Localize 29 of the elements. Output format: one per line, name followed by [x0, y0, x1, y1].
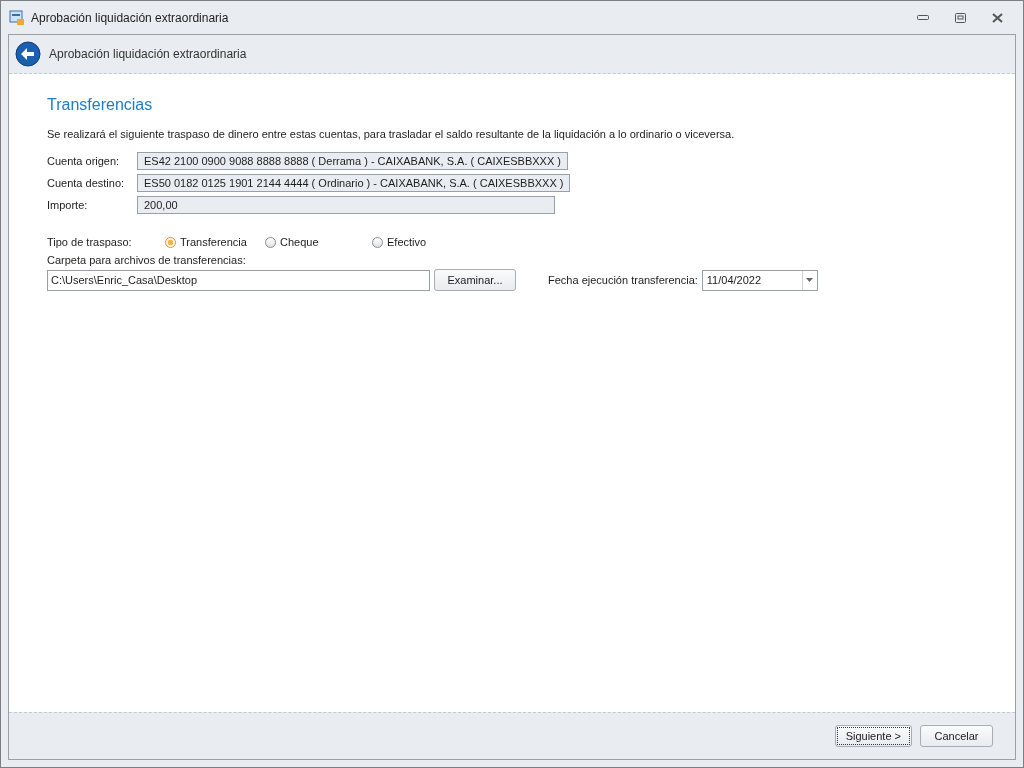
radio-label[interactable]: Transferencia	[180, 236, 247, 248]
dialog-button[interactable]: Siguiente >	[834, 725, 912, 747]
dropdown-caret-icon[interactable]	[806, 278, 814, 282]
folder-input[interactable]: C:\Users\Enric_Casa\Desktop	[47, 269, 430, 291]
radio-button[interactable]	[265, 236, 276, 248]
radio-label[interactable]: Cheque	[280, 236, 319, 248]
dialog-button[interactable]: Cancelar	[920, 725, 993, 747]
readonly-field: ES42 2100 0900 9088 8888 8888 ( Derrama ) - CAIXABANK, S.A. ( CAIXESBBXXX )	[137, 152, 568, 170]
restore-icon[interactable]	[955, 12, 966, 23]
app-window-icon	[9, 9, 25, 26]
section-title: Transferencias	[47, 96, 154, 114]
radio-button[interactable]	[165, 236, 176, 248]
window-title: Aprobación liquidación extraordinaria	[31, 10, 230, 25]
close-icon[interactable]	[992, 12, 1003, 23]
description-text: Se realizará el siguiente traspaso de dinero entre estas cuentas, para trasladar el saldo resultante de la liquidación a lo ordinario o viceversa.	[47, 128, 736, 140]
radio-label[interactable]: Efectivo	[387, 236, 427, 248]
readonly-field: ES50 0182 0125 1901 2144 4444 ( Ordinario ) - CAIXABANK, S.A. ( CAIXESBBXXX )	[137, 174, 571, 192]
header-title: Aprobación liquidación extraordinaria	[49, 47, 247, 61]
date-picker[interactable]: 11/04/2022	[701, 269, 818, 291]
readonly-field: 200,00	[137, 196, 555, 214]
browse-button[interactable]: Examinar...	[434, 269, 516, 291]
radio-button[interactable]	[372, 236, 383, 248]
field-label: Importe:	[47, 199, 89, 211]
field-label: Fecha ejecución transferencia:	[548, 274, 698, 286]
field-label: Cuenta origen:	[47, 155, 121, 167]
field-label: Cuenta destino:	[47, 177, 126, 189]
field-label: Tipo de traspaso:	[47, 236, 133, 248]
minimize-icon[interactable]	[917, 14, 929, 21]
field-label: Carpeta para archivos de transferencias:	[47, 254, 247, 266]
